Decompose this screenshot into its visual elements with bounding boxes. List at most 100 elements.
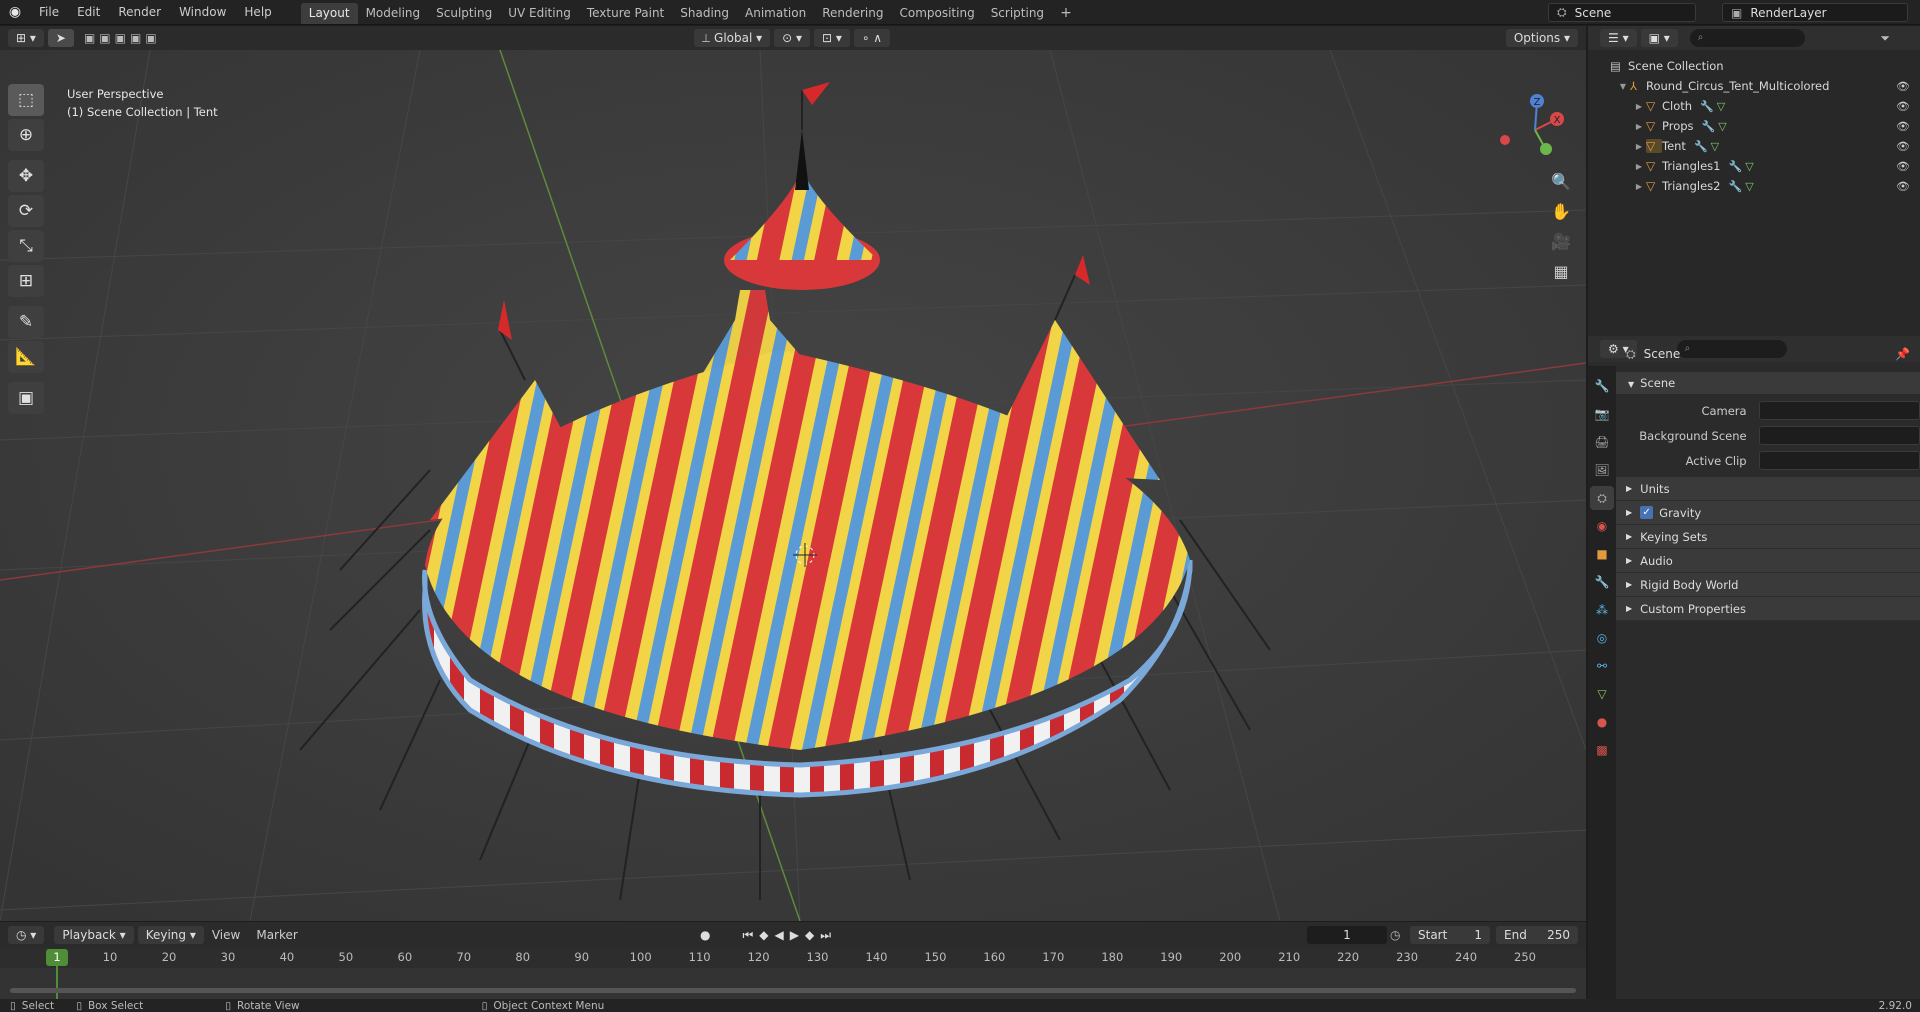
- tab-texture-paint[interactable]: Texture Paint: [579, 3, 672, 24]
- expand-right-icon[interactable]: ▶: [1632, 122, 1646, 131]
- modifier-wrench-icon[interactable]: 🔧: [1728, 160, 1742, 173]
- outliner-item-triangles2[interactable]: ▶ ▽ Triangles2 🔧 ▽ 👁: [1588, 176, 1920, 196]
- tab-tool[interactable]: 🔧: [1590, 374, 1614, 398]
- gravity-panel[interactable]: ▶ ✓ Gravity: [1616, 501, 1920, 525]
- modifier-wrench-icon[interactable]: 🔧: [1694, 140, 1708, 153]
- visibility-eye-icon[interactable]: 👁: [1896, 160, 1910, 173]
- tab-layout[interactable]: Layout: [300, 2, 358, 24]
- add-workspace-button[interactable]: +: [1052, 3, 1080, 24]
- expand-right-icon[interactable]: ▶: [1632, 142, 1646, 151]
- tab-texture[interactable]: ▩: [1590, 738, 1614, 762]
- scene-selector[interactable]: ⛭ Scene: [1548, 3, 1696, 22]
- mesh-data-icon[interactable]: ▽: [1745, 180, 1753, 193]
- tab-constraints[interactable]: ⚯: [1590, 654, 1614, 678]
- measure-tool[interactable]: 📐: [8, 341, 44, 373]
- outliner-editor-type[interactable]: ☰ ▾: [1600, 29, 1637, 47]
- prev-keyframe-icon[interactable]: ◆: [759, 928, 768, 942]
- tab-modifiers[interactable]: 🔧: [1590, 570, 1614, 594]
- view-layer-selector[interactable]: ▣ RenderLayer: [1722, 3, 1908, 22]
- next-keyframe-icon[interactable]: ◆: [805, 928, 814, 942]
- move-tool[interactable]: ✥: [8, 160, 44, 192]
- scale-tool[interactable]: ⤡: [8, 230, 44, 262]
- modifier-wrench-icon[interactable]: 🔧: [1702, 120, 1716, 133]
- visibility-eye-icon[interactable]: 👁: [1896, 100, 1910, 113]
- navigation-gizmo[interactable]: X Z: [1495, 90, 1575, 170]
- menu-render[interactable]: Render: [109, 0, 170, 25]
- zoom-button[interactable]: 🔍: [1545, 167, 1577, 195]
- units-panel[interactable]: ▶ Units: [1616, 477, 1920, 501]
- end-frame-field[interactable]: End 250: [1496, 926, 1578, 944]
- tab-uv-editing[interactable]: UV Editing: [500, 3, 579, 24]
- outliner-collection[interactable]: ▼ ⅄ Round_Circus_Tent_Multicolored 👁: [1588, 76, 1920, 96]
- playback-dropdown[interactable]: Playback ▾: [54, 926, 134, 944]
- tab-physics[interactable]: ◎: [1590, 626, 1614, 650]
- rigid-body-world-panel[interactable]: ▶ Rigid Body World: [1616, 573, 1920, 597]
- tab-sculpting[interactable]: Sculpting: [428, 3, 500, 24]
- mesh-data-icon[interactable]: ▽: [1711, 140, 1719, 153]
- proportional-editing-button[interactable]: ∘ ∧: [853, 29, 891, 47]
- timeline-view-menu[interactable]: View: [204, 928, 248, 942]
- select-box-tool[interactable]: ⬚: [8, 84, 44, 116]
- outliner-item-props[interactable]: ▶ ▽ Props 🔧 ▽ 👁: [1588, 116, 1920, 136]
- cursor-tool[interactable]: ⊕: [8, 119, 44, 151]
- pin-icon[interactable]: 📌: [1895, 347, 1910, 361]
- ortho-toggle-button[interactable]: ▦: [1545, 257, 1577, 285]
- tab-shading[interactable]: Shading: [672, 3, 737, 24]
- tab-render[interactable]: 📷: [1590, 402, 1614, 426]
- pan-button[interactable]: ✋: [1545, 197, 1577, 225]
- menu-file[interactable]: File: [30, 0, 68, 25]
- gizmo-y-handle[interactable]: [1540, 143, 1552, 155]
- transform-orientation-dropdown[interactable]: ⟂ Global ▾: [694, 29, 771, 47]
- record-icon[interactable]: ●: [700, 928, 710, 942]
- tab-animation[interactable]: Animation: [737, 3, 814, 24]
- keying-dropdown[interactable]: Keying ▾: [137, 926, 204, 944]
- mesh-data-icon[interactable]: ▽: [1718, 120, 1726, 133]
- pivot-dropdown[interactable]: ⊙ ▾: [774, 29, 811, 47]
- menu-edit[interactable]: Edit: [68, 0, 109, 25]
- modifier-wrench-icon[interactable]: 🔧: [1728, 180, 1742, 193]
- viewport-canvas[interactable]: [0, 50, 1586, 921]
- frame-ruler[interactable]: 10 20 30 40 50 60 70 80 90 100 110 120 130 140 150 160 1…: [0, 948, 1586, 968]
- outliner-item-cloth[interactable]: ▶ ▽ Cloth 🔧 ▽ 👁: [1588, 96, 1920, 116]
- tab-rendering[interactable]: Rendering: [814, 3, 891, 24]
- tab-material[interactable]: ●: [1590, 710, 1614, 734]
- annotate-tool[interactable]: ✎: [8, 306, 44, 338]
- tab-compositing[interactable]: Compositing: [891, 3, 982, 24]
- tab-modeling[interactable]: Modeling: [358, 3, 429, 24]
- timeline-marker-menu[interactable]: Marker: [248, 928, 305, 942]
- display-mode-dropdown[interactable]: ▣ ▾: [1640, 29, 1678, 47]
- options-dropdown[interactable]: Options ▾: [1505, 29, 1578, 47]
- visibility-eye-icon[interactable]: 👁: [1896, 120, 1910, 133]
- background-scene-field[interactable]: [1758, 426, 1920, 445]
- tab-object[interactable]: ■: [1590, 542, 1614, 566]
- tab-world[interactable]: ◉: [1590, 514, 1614, 538]
- play-icon[interactable]: ▶: [790, 928, 799, 942]
- custom-properties-panel[interactable]: ▶ Custom Properties: [1616, 597, 1920, 621]
- editor-type-button[interactable]: ⊞ ▾: [8, 29, 44, 47]
- visibility-eye-icon[interactable]: 👁: [1896, 140, 1910, 153]
- rotate-tool[interactable]: ⟳: [8, 195, 44, 227]
- add-cube-tool[interactable]: ▣: [8, 382, 44, 414]
- timeline-scrollbar[interactable]: [10, 988, 1576, 993]
- gravity-checkbox[interactable]: ✓: [1640, 506, 1654, 519]
- outliner-item-triangles1[interactable]: ▶ ▽ Triangles1 🔧 ▽ 👁: [1588, 156, 1920, 176]
- tab-particles[interactable]: ⁂: [1590, 598, 1614, 622]
- mesh-data-icon[interactable]: ▽: [1717, 100, 1725, 113]
- playhead[interactable]: 1: [46, 949, 68, 966]
- audio-panel[interactable]: ▶ Audio: [1616, 549, 1920, 573]
- tab-output[interactable]: 🖨: [1590, 430, 1614, 454]
- snap-dropdown[interactable]: ⊡ ▾: [814, 29, 850, 47]
- expand-right-icon[interactable]: ▶: [1632, 182, 1646, 191]
- expand-right-icon[interactable]: ▶: [1632, 162, 1646, 171]
- keying-sets-panel[interactable]: ▶ Keying Sets: [1616, 525, 1920, 549]
- blender-logo-icon[interactable]: ◉: [0, 4, 30, 20]
- current-frame-field[interactable]: 1: [1307, 926, 1387, 944]
- select-mode-button[interactable]: ➤: [47, 29, 74, 47]
- camera-field[interactable]: [1758, 401, 1920, 420]
- filter-icon[interactable]: ⏷: [1880, 31, 1890, 46]
- gizmo-neg-x-handle[interactable]: [1500, 135, 1510, 145]
- menu-window[interactable]: Window: [170, 0, 235, 25]
- menu-help[interactable]: Help: [235, 0, 280, 25]
- modifier-wrench-icon[interactable]: 🔧: [1700, 100, 1714, 113]
- outliner-root[interactable]: ▤ Scene Collection: [1588, 56, 1920, 76]
